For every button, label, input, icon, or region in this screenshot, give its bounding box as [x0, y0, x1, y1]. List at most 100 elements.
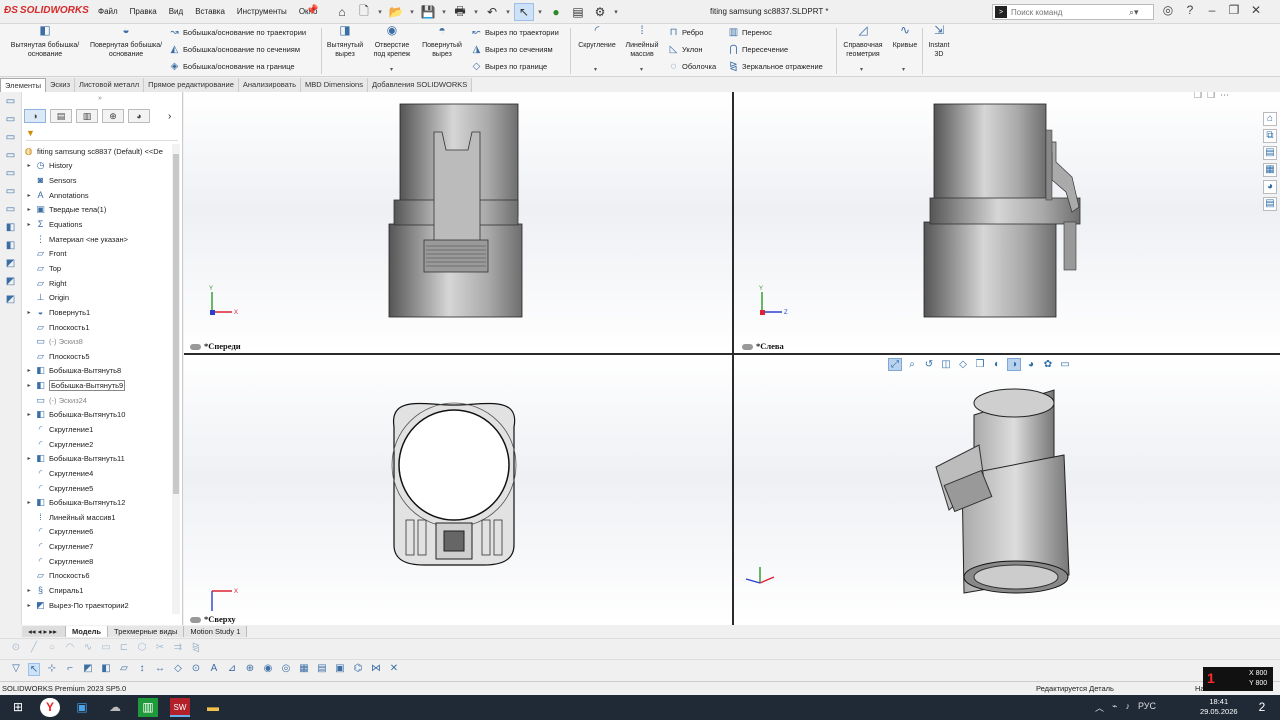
- print-icon[interactable]: 🖶: [450, 3, 470, 21]
- loft-boss-button[interactable]: ◭ Бобышка/основание по сечениям: [168, 44, 300, 55]
- view-orientation-icon[interactable]: ❒: [973, 359, 987, 370]
- view-settings-icon[interactable]: ▭: [1058, 359, 1072, 370]
- menu-edit[interactable]: Правка: [124, 7, 163, 16]
- chevron-down-icon[interactable]: ▾: [594, 66, 597, 73]
- file-explorer-icon[interactable]: ▣: [72, 698, 92, 717]
- tree-scrollbar[interactable]: [172, 144, 180, 614]
- display-style-icon[interactable]: ◐: [990, 359, 1004, 370]
- view-palette-icon[interactable]: ▦: [1263, 163, 1277, 177]
- chevron-down-icon[interactable]: ▾: [390, 66, 393, 73]
- apply-scene-icon[interactable]: ✿: [1041, 359, 1055, 370]
- feature-tree-tab-icon[interactable]: ◑: [24, 109, 46, 123]
- revolve-cut-button[interactable]: ◓ Повернутый вырез: [418, 24, 466, 59]
- minimize-icon[interactable]: –: [1204, 3, 1220, 17]
- expand-arrow-icon[interactable]: ▸: [24, 206, 34, 213]
- chevron-down-icon[interactable]: ▾: [408, 8, 416, 16]
- display-manager-tab-icon[interactable]: ◕: [128, 109, 150, 123]
- note-filter-icon[interactable]: A: [208, 663, 220, 676]
- extrude-cut-button[interactable]: ◨ Вытянутый вырез: [324, 24, 366, 59]
- appearances-icon[interactable]: ◕: [1263, 180, 1277, 194]
- yandex-browser-icon[interactable]: Y: [40, 698, 60, 717]
- sketch-tool-icon[interactable]: ▭: [4, 132, 18, 146]
- open-icon[interactable]: 📂: [386, 3, 406, 21]
- chevron-right-icon[interactable]: ›: [168, 111, 171, 122]
- chevron-down-icon[interactable]: ▾: [504, 8, 512, 16]
- tree-item[interactable]: ▸ ◩ Вырез-По траектории2: [24, 598, 174, 613]
- select-icon[interactable]: ↖: [514, 3, 534, 21]
- viewport-front[interactable]: YX *Спереди: [184, 92, 732, 353]
- curves-button[interactable]: ∿ Кривые: [890, 24, 920, 50]
- tree-item[interactable]: ▱ Плоскость5: [24, 349, 174, 364]
- menu-insert[interactable]: Вставка: [189, 7, 231, 16]
- file-explorer-icon[interactable]: ▤: [1263, 146, 1277, 160]
- sketch-filter-icon[interactable]: ◇: [172, 663, 184, 676]
- tree-item[interactable]: ⋮ Материал <не указан>: [24, 232, 174, 247]
- eye-icon[interactable]: [190, 344, 201, 351]
- spreadsheet-app-icon[interactable]: ▥: [138, 698, 158, 717]
- rib-button[interactable]: ⊓ Ребро: [667, 27, 704, 38]
- expand-arrow-icon[interactable]: ▸: [24, 455, 34, 462]
- custom-properties-icon[interactable]: ▤: [1263, 197, 1277, 211]
- connection-filter-icon[interactable]: ⋈: [370, 663, 382, 676]
- network-icon[interactable]: ⌁: [1112, 701, 1117, 714]
- home-icon[interactable]: ⌂: [1263, 112, 1277, 126]
- viewport-isometric[interactable]: [734, 355, 1280, 625]
- expand-arrow-icon[interactable]: ▸: [24, 309, 34, 316]
- folder-icon[interactable]: ▬: [203, 698, 223, 717]
- fillet-button[interactable]: ◜ Скругление: [574, 24, 620, 50]
- expand-arrow-icon[interactable]: ▸: [24, 382, 34, 389]
- search-icon[interactable]: ⌕▾: [1129, 7, 1139, 18]
- tree-item[interactable]: ◜ Скругление2: [24, 437, 174, 452]
- point-filter-icon[interactable]: ⊙: [190, 663, 202, 676]
- viewport-left[interactable]: YZ *Слева ❐❐⋯: [734, 92, 1280, 353]
- tab-mbd-dimensions[interactable]: MBD Dimensions: [301, 78, 368, 92]
- tree-item[interactable]: ▸ Σ Equations: [24, 217, 174, 232]
- volume-icon[interactable]: ♪: [1125, 701, 1130, 714]
- chevron-down-icon[interactable]: ▾: [860, 66, 863, 73]
- chevron-down-icon[interactable]: ▾: [640, 66, 643, 73]
- eye-icon[interactable]: [742, 344, 753, 351]
- tab-direct-editing[interactable]: Прямое редактирование: [144, 78, 239, 92]
- taskbar-clock[interactable]: 18:41 29.05.2026: [1200, 697, 1238, 717]
- tree-item[interactable]: ▱ Right: [24, 276, 174, 291]
- face-filter-icon[interactable]: ◩: [82, 663, 94, 676]
- sketch-tool-icon[interactable]: ▭: [4, 168, 18, 182]
- sketch-tool-icon[interactable]: ▭: [4, 186, 18, 200]
- draft-button[interactable]: ◺ Уклон: [667, 44, 703, 55]
- tree-item[interactable]: ▱ Плоскость6: [24, 569, 174, 584]
- new-document-icon[interactable]: 🗋: [354, 3, 374, 21]
- hole-filter-icon[interactable]: ◎: [280, 663, 292, 676]
- expand-arrow-icon[interactable]: ▸: [24, 192, 34, 199]
- tab-motion-study[interactable]: Motion Study 1: [184, 626, 248, 637]
- dimxpert-tab-icon[interactable]: ⊕: [102, 109, 124, 123]
- app-icon[interactable]: ☁: [105, 698, 125, 717]
- options-gear-icon[interactable]: ⚙: [590, 3, 610, 21]
- scrollbar-thumb[interactable]: [173, 154, 179, 494]
- tree-item[interactable]: ⁞ Линейный массив1: [24, 510, 174, 525]
- tree-root[interactable]: ◍ fiting samsung sc8837 (Default) <<De: [22, 144, 174, 159]
- edge-filter-icon[interactable]: ⌐: [64, 663, 76, 676]
- tree-item[interactable]: ▸ ◧ Бобышка-Вытянуть12: [24, 495, 174, 510]
- help-icon[interactable]: ?: [1182, 3, 1198, 17]
- hole-wizard-button[interactable]: ◉ Отверстие под крепеж: [368, 24, 416, 59]
- select-icon[interactable]: ↖: [28, 663, 40, 676]
- sketch-tool-icon[interactable]: ▭: [4, 114, 18, 128]
- menu-file[interactable]: Файл: [92, 7, 124, 16]
- chevron-down-icon[interactable]: ▾: [440, 8, 448, 16]
- dimension-filter-icon[interactable]: ↔: [154, 663, 166, 676]
- tray-expand-icon[interactable]: ︿: [1095, 701, 1104, 714]
- expand-arrow-icon[interactable]: ▸: [24, 367, 34, 374]
- expand-arrow-icon[interactable]: ▸: [24, 602, 34, 609]
- tree-item[interactable]: ▱ Top: [24, 261, 174, 276]
- undo-icon[interactable]: ↶: [482, 3, 502, 21]
- tree-item[interactable]: ▭ (-) Эскиз24: [24, 393, 174, 408]
- close-icon[interactable]: ✕: [1248, 3, 1264, 17]
- command-search[interactable]: > ⌕▾: [992, 4, 1154, 20]
- chevron-down-icon[interactable]: ▾: [376, 8, 384, 16]
- hide-show-items-icon[interactable]: ◑: [1007, 358, 1021, 371]
- select-filter-icon[interactable]: ▽: [10, 663, 22, 676]
- tab-3d-views[interactable]: Трехмерные виды: [108, 626, 185, 637]
- tab-sheet-metal[interactable]: Листовой металл: [75, 78, 145, 92]
- collapse-arrow-icon[interactable]: »: [98, 95, 102, 102]
- previous-view-icon[interactable]: ↺: [922, 359, 936, 370]
